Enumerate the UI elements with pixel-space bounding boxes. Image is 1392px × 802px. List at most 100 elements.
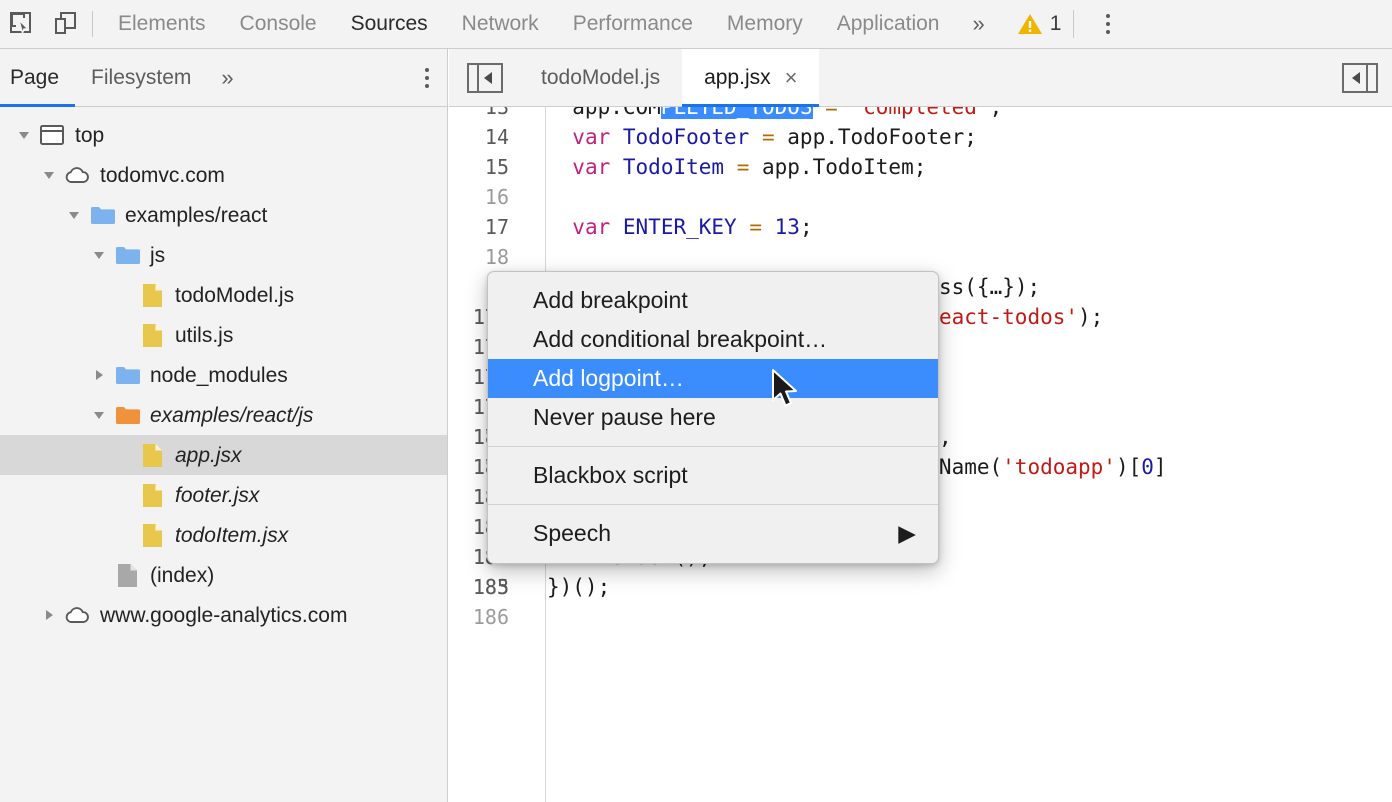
tree-item-js[interactable]: js (0, 235, 447, 275)
chevron-down-icon[interactable] (14, 125, 34, 145)
tab-performance[interactable]: Performance (556, 0, 710, 49)
devtools-main-toolbar: Elements Console Sources Network Perform… (0, 0, 1392, 49)
tab-performance-label: Performance (573, 12, 693, 36)
twisty-spacer (89, 565, 109, 585)
line-number[interactable]: 13 (449, 107, 509, 122)
line-number[interactable]: 186 (449, 602, 509, 632)
sources-navigator-panel: Page Filesystem » top todomvc.com examples… (0, 49, 448, 802)
line-number[interactable]: 16 (449, 182, 509, 212)
tree-item-app-jsx[interactable]: app.jsx (0, 435, 447, 475)
code-token: = (825, 107, 838, 119)
twisty-spacer (114, 285, 134, 305)
kebab-dot (425, 76, 429, 80)
code-line[interactable]: var TodoFooter = app.TodoFooter; (547, 122, 977, 152)
navigator-tab-bar: Page Filesystem » (0, 49, 447, 107)
tree-item-todomodel-js[interactable]: todoModel.js (0, 275, 447, 315)
chevron-right-icon[interactable] (89, 365, 109, 385)
kebab-menu-icon[interactable] (1086, 2, 1130, 46)
tree-item-examples-react[interactable]: examples/react (0, 195, 447, 235)
file-gray-icon (114, 562, 140, 588)
menu-item-never-pause-here[interactable]: Never pause here (488, 398, 938, 437)
code-token: 13 (775, 215, 800, 239)
line-number[interactable]: 15 (449, 152, 509, 182)
tree-item-todomvc-com[interactable]: todomvc.com (0, 155, 447, 195)
tab-memory[interactable]: Memory (710, 0, 820, 49)
tree-item-footer-jsx[interactable]: footer.jsx (0, 475, 447, 515)
tree-item-todoitem-jsx[interactable]: todoItem.jsx (0, 515, 447, 555)
device-toolbar-icon[interactable] (44, 2, 88, 46)
more-tabs-chevron-icon[interactable]: » (956, 0, 1000, 49)
editor-tab-appjsx[interactable]: app.jsx × (682, 49, 819, 107)
warning-triangle-icon (1017, 12, 1043, 36)
editor-tab-todomodel-label: todoModel.js (541, 66, 660, 90)
navigator-tab-filesystem-label: Filesystem (91, 66, 191, 90)
code-token (813, 107, 826, 119)
chevron-down-icon[interactable] (89, 245, 109, 265)
tree-item-label: (index) (150, 565, 214, 586)
code-token: = (749, 215, 762, 239)
code-token (724, 155, 737, 179)
code-line[interactable]: var TodoItem = app.TodoItem; (547, 152, 926, 182)
code-token (547, 155, 572, 179)
tree-item-label: node_modules (150, 365, 288, 386)
code-line[interactable]: })(); (547, 572, 610, 602)
tab-memory-label: Memory (727, 12, 803, 36)
tab-sources[interactable]: Sources (334, 0, 445, 49)
line-number[interactable]: 17 (449, 212, 509, 242)
tree-item-label: todomvc.com (100, 165, 225, 186)
tree-item-label: top (75, 125, 104, 146)
file-js-icon (139, 282, 165, 308)
warning-status[interactable]: 1 (1001, 0, 1062, 49)
navigator-tab-page[interactable]: Page (0, 49, 75, 107)
code-line[interactable]: app.COMPLETED_TODOS = 'completed'; (547, 107, 1002, 122)
chevron-down-icon[interactable] (39, 165, 59, 185)
devtools-window: Elements Console Sources Network Perform… (0, 0, 1392, 802)
warning-count: 1 (1050, 12, 1062, 36)
menu-item-label: Speech (533, 520, 611, 547)
gutter-context-menu[interactable]: Add breakpoint Add conditional breakpoint… (487, 271, 939, 564)
tab-application[interactable]: Application (820, 0, 957, 49)
menu-item-label: Add breakpoint (533, 287, 688, 314)
code-token (610, 215, 623, 239)
tab-network[interactable]: Network (445, 0, 556, 49)
tree-item-label: app.jsx (175, 445, 242, 466)
tree-item-www-google-analytics-com[interactable]: www.google-analytics.com (0, 595, 447, 635)
twisty-spacer (114, 525, 134, 545)
show-navigator-icon[interactable] (467, 63, 503, 93)
folder-orange-icon (114, 402, 140, 428)
show-debugger-icon[interactable] (1342, 63, 1378, 93)
twisty-spacer (114, 325, 134, 345)
chevron-down-icon[interactable] (64, 205, 84, 225)
line-number[interactable]: 183 (449, 572, 509, 602)
code-token: 0 (1141, 455, 1154, 479)
inspect-element-icon[interactable] (0, 2, 44, 46)
tab-console[interactable]: Console (223, 0, 334, 49)
menu-item-speech[interactable]: Speech▶ (488, 514, 938, 553)
code-token: 'completed' (850, 107, 989, 119)
chevron-right-icon[interactable] (39, 605, 59, 625)
navigator-kebab-menu-icon[interactable] (425, 68, 429, 88)
editor-tab-todomodel[interactable]: todoModel.js (519, 49, 682, 107)
code-token: ); (1078, 305, 1103, 329)
tab-application-label: Application (837, 12, 940, 36)
tree-item-utils-js[interactable]: utils.js (0, 315, 447, 355)
line-number[interactable]: 18 (449, 242, 509, 272)
tree-item-label: todoModel.js (175, 285, 294, 306)
tab-elements[interactable]: Elements (101, 0, 223, 49)
navigator-tab-filesystem[interactable]: Filesystem (75, 49, 207, 107)
code-line[interactable]: var ENTER_KEY = 13; (547, 212, 813, 242)
code-token (547, 125, 572, 149)
line-number[interactable]: 14 (449, 122, 509, 152)
menu-item-add-logpoint[interactable]: Add logpoint… (488, 359, 938, 398)
tree-item-node-modules[interactable]: node_modules (0, 355, 447, 395)
close-icon[interactable]: × (785, 67, 798, 89)
navigator-more-chevron-icon[interactable]: » (207, 65, 247, 91)
tree-item-top[interactable]: top (0, 115, 447, 155)
menu-item-add-breakpoint[interactable]: Add breakpoint (488, 281, 938, 320)
tree-item--index-[interactable]: (index) (0, 555, 447, 595)
menu-item-add-conditional-breakpoint[interactable]: Add conditional breakpoint… (488, 320, 938, 359)
tree-item-examples-react-js[interactable]: examples/react/js (0, 395, 447, 435)
chevron-down-icon[interactable] (89, 405, 109, 425)
menu-item-blackbox-script[interactable]: Blackbox script (488, 456, 938, 495)
folder-blue-icon (89, 202, 115, 228)
